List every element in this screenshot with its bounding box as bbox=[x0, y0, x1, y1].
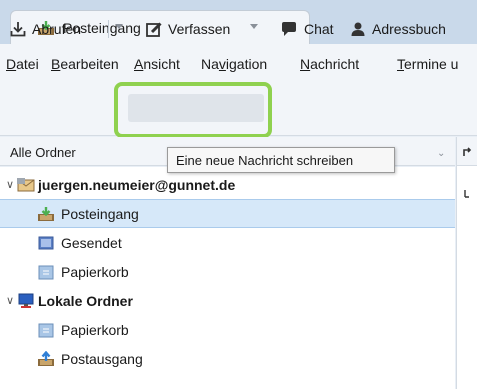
get-messages-button[interactable]: Abrufen bbox=[10, 18, 81, 40]
menu-view[interactable]: Ansicht bbox=[134, 56, 180, 72]
write-label: Verfassen bbox=[168, 21, 231, 37]
inbox-icon bbox=[38, 206, 54, 221]
get-messages-label: Abrufen bbox=[32, 21, 82, 37]
menu-navigation[interactable]: Navigation bbox=[201, 56, 267, 72]
menu-file[interactable]: Datei bbox=[6, 56, 39, 72]
chevron-down-icon[interactable]: ⌄ bbox=[437, 148, 445, 159]
account-row[interactable]: ∨ juergen.neumeier@gunnet.de bbox=[0, 170, 455, 199]
folder-tree: ∨ juergen.neumeier@gunnet.de Posteingang… bbox=[0, 167, 455, 389]
collapse-icon[interactable]: ∨ bbox=[6, 294, 14, 307]
address-book-label: Adressbuch bbox=[372, 21, 446, 37]
folder-mode-label: Alle Ordner bbox=[10, 145, 76, 160]
folder-sent[interactable]: Gesendet bbox=[0, 228, 455, 257]
tooltip: Eine neue Nachricht schreiben bbox=[167, 147, 395, 173]
menu-bar: Datei Bearbeiten Ansicht Navigation Nach… bbox=[0, 44, 477, 80]
chat-button[interactable]: Chat bbox=[280, 18, 334, 40]
trash-icon bbox=[38, 265, 54, 279]
folder-label: Postausgang bbox=[61, 350, 143, 367]
menu-edit[interactable]: Bearbeiten bbox=[51, 56, 119, 72]
write-dropdown-arrow[interactable] bbox=[250, 24, 258, 29]
toolbar-separator bbox=[108, 20, 109, 38]
message-list-header bbox=[457, 137, 477, 166]
folder-outbox[interactable]: Postausgang bbox=[0, 344, 455, 373]
sent-folder-icon bbox=[38, 236, 54, 249]
highlight-box bbox=[114, 82, 272, 138]
outbox-icon bbox=[38, 350, 54, 366]
menu-message[interactable]: Nachricht bbox=[300, 56, 359, 72]
mail-account-icon bbox=[17, 177, 35, 191]
sort-icon[interactable] bbox=[463, 189, 471, 199]
trash-icon bbox=[38, 323, 54, 337]
person-icon bbox=[351, 22, 365, 36]
chat-icon bbox=[282, 22, 296, 36]
account-row[interactable]: ∨ Lokale Ordner bbox=[0, 286, 455, 315]
folder-inbox[interactable]: Posteingang bbox=[0, 199, 455, 228]
account-name: Lokale Ordner bbox=[38, 292, 133, 309]
collapse-icon[interactable]: ∨ bbox=[6, 178, 14, 191]
message-list-pane bbox=[456, 137, 477, 389]
pencil-icon bbox=[146, 22, 162, 37]
address-book-button[interactable]: Adressbuch bbox=[350, 18, 446, 40]
folder-label: Papierkorb bbox=[61, 321, 129, 338]
folder-label: Gesendet bbox=[61, 234, 122, 251]
get-messages-dropdown-arrow[interactable] bbox=[115, 24, 123, 29]
folder-trash[interactable]: Papierkorb bbox=[0, 257, 455, 286]
computer-icon bbox=[18, 293, 34, 308]
folder-label: Posteingang bbox=[61, 205, 139, 222]
chat-label: Chat bbox=[304, 21, 334, 37]
write-button[interactable]: Verfassen bbox=[146, 18, 230, 40]
folder-trash[interactable]: Papierkorb bbox=[0, 315, 455, 344]
menu-events[interactable]: Termine u bbox=[397, 56, 458, 72]
folder-label: Papierkorb bbox=[61, 263, 129, 280]
thread-icon[interactable] bbox=[462, 147, 472, 157]
account-name: juergen.neumeier@gunnet.de bbox=[38, 176, 236, 193]
download-icon bbox=[10, 22, 26, 37]
